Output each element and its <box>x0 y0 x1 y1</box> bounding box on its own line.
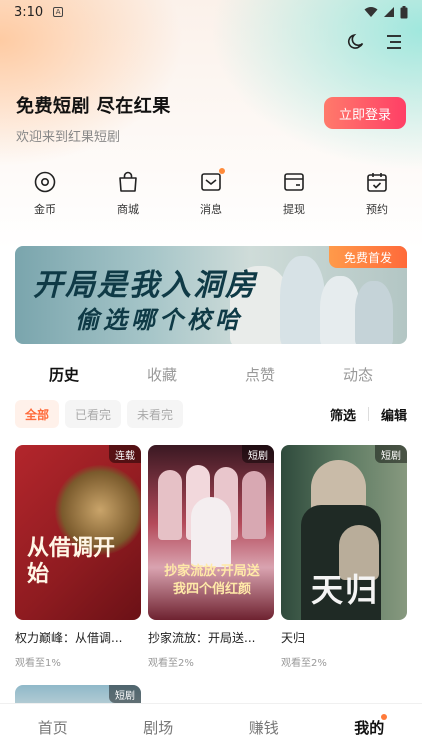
nav-earn[interactable]: 赚钱 <box>211 717 317 738</box>
poster-tag: 短剧 <box>242 445 274 463</box>
status-time: 3:10 <box>14 4 44 20</box>
shortcut-label: 提现 <box>283 203 305 216</box>
shortcut-coin[interactable]: 金币 <box>23 170 67 217</box>
tab-favorites[interactable]: 收藏 <box>113 364 211 385</box>
chip-unfinished[interactable]: 未看完 <box>127 400 184 428</box>
notification-icon: A <box>53 7 64 17</box>
poster-tag: 短剧 <box>375 445 407 463</box>
nav-profile[interactable]: 我的 <box>317 713 422 738</box>
card-title: 权力巅峰：从借调... <box>15 631 123 645</box>
shortcut-mall[interactable]: 商城 <box>106 170 150 217</box>
card-progress: 观看至2% <box>148 658 194 669</box>
drama-card[interactable]: 天归 短剧 天归 观看至2% <box>281 445 407 669</box>
calendar-check-icon <box>367 173 387 192</box>
shortcut-row: 金币 商城 消息 提现 预约 <box>0 168 422 217</box>
tab-activity[interactable]: 动态 <box>309 364 407 385</box>
banner-subtitle: 偷选哪个校哈 <box>75 305 243 334</box>
menu-icon[interactable] <box>384 32 404 52</box>
drama-card[interactable]: 抄家流放·开局送我四个俏红颜 短剧 抄家流放：开局送... 观看至2% <box>148 445 274 669</box>
shortcut-label: 消息 <box>200 203 222 216</box>
poster-title: 天归 <box>311 571 380 609</box>
poster-figure <box>242 471 266 539</box>
poster-tag: 短剧 <box>109 685 141 703</box>
nav-theater[interactable]: 剧场 <box>106 717 212 738</box>
edit-button[interactable]: 编辑 <box>381 405 407 424</box>
drama-poster: 天归 短剧 <box>281 445 407 620</box>
content-tabs: 历史 收藏 点赞 动态 <box>0 364 422 385</box>
history-grid: 从借调开始 连载 权力巅峰：从借调... 观看至1% 抄家流放·开局送我四个俏红… <box>15 445 407 669</box>
top-actions <box>346 32 404 52</box>
shortcut-messages[interactable]: 消息 <box>189 168 233 217</box>
wifi-icon <box>364 7 378 17</box>
tab-history[interactable]: 历史 <box>15 364 113 385</box>
drama-card[interactable]: 从借调开始 连载 权力巅峰：从借调... 观看至1% <box>15 445 141 669</box>
banner-figure <box>320 276 360 344</box>
chip-finished[interactable]: 已看完 <box>65 400 122 428</box>
card-progress: 观看至2% <box>281 658 327 669</box>
divider <box>367 407 369 421</box>
banner-badge: 免费首发 <box>329 246 407 268</box>
welcome-block: 免费短剧 尽在红果 欢迎来到红果短剧 <box>16 92 171 145</box>
login-button[interactable]: 立即登录 <box>324 97 406 129</box>
signal-icon <box>384 7 394 17</box>
filter-button[interactable]: 筛选 <box>330 405 356 424</box>
card-title: 抄家流放：开局送... <box>148 631 256 645</box>
drama-poster: 抄家流放·开局送我四个俏红颜 短剧 <box>148 445 274 620</box>
coin-icon <box>34 171 56 193</box>
banner-title: 开局是我入洞房 <box>33 268 257 303</box>
nav-profile-label: 我的 <box>354 718 385 737</box>
filter-bar: 全部 已看完 未看完 筛选 编辑 <box>15 400 407 428</box>
poster-title: 抄家流放·开局送我四个俏红颜 <box>164 564 260 597</box>
shortcut-withdraw[interactable]: 提现 <box>272 170 316 217</box>
welcome-title: 免费短剧 尽在红果 <box>16 96 171 117</box>
poster-title: 从借调开始 <box>27 535 116 587</box>
nav-home[interactable]: 首页 <box>0 717 106 738</box>
poster-figure <box>158 470 182 540</box>
shortcut-label: 预约 <box>366 203 388 216</box>
welcome-subtitle: 欢迎来到红果短剧 <box>16 130 121 145</box>
poster-tag: 连载 <box>109 445 141 463</box>
unread-dot <box>219 168 225 174</box>
moon-icon[interactable] <box>346 32 366 52</box>
banner-figure <box>280 256 325 344</box>
nav-dot <box>380 713 387 720</box>
poster-figure <box>191 497 231 567</box>
shortcut-label: 商城 <box>117 203 139 216</box>
shortcut-reserve[interactable]: 预约 <box>355 170 399 217</box>
wallet-icon <box>284 173 304 191</box>
status-bar: 3:10 A <box>0 0 422 24</box>
banner-figure <box>355 281 393 344</box>
battery-icon <box>400 5 408 18</box>
tab-likes[interactable]: 点赞 <box>211 364 309 385</box>
bottom-nav: 首页 剧场 赚钱 我的 <box>0 703 422 750</box>
message-icon <box>201 173 221 191</box>
shortcut-label: 金币 <box>34 203 56 216</box>
shopping-bag-icon <box>119 171 137 192</box>
promo-banner[interactable]: 开局是我入洞房 偷选哪个校哈 免费首发 <box>15 246 407 344</box>
drama-poster: 从借调开始 连载 <box>15 445 141 620</box>
chip-all[interactable]: 全部 <box>15 400 60 428</box>
card-progress: 观看至1% <box>15 658 61 669</box>
card-title: 天归 <box>281 631 306 645</box>
filter-actions: 筛选 编辑 <box>330 405 407 424</box>
